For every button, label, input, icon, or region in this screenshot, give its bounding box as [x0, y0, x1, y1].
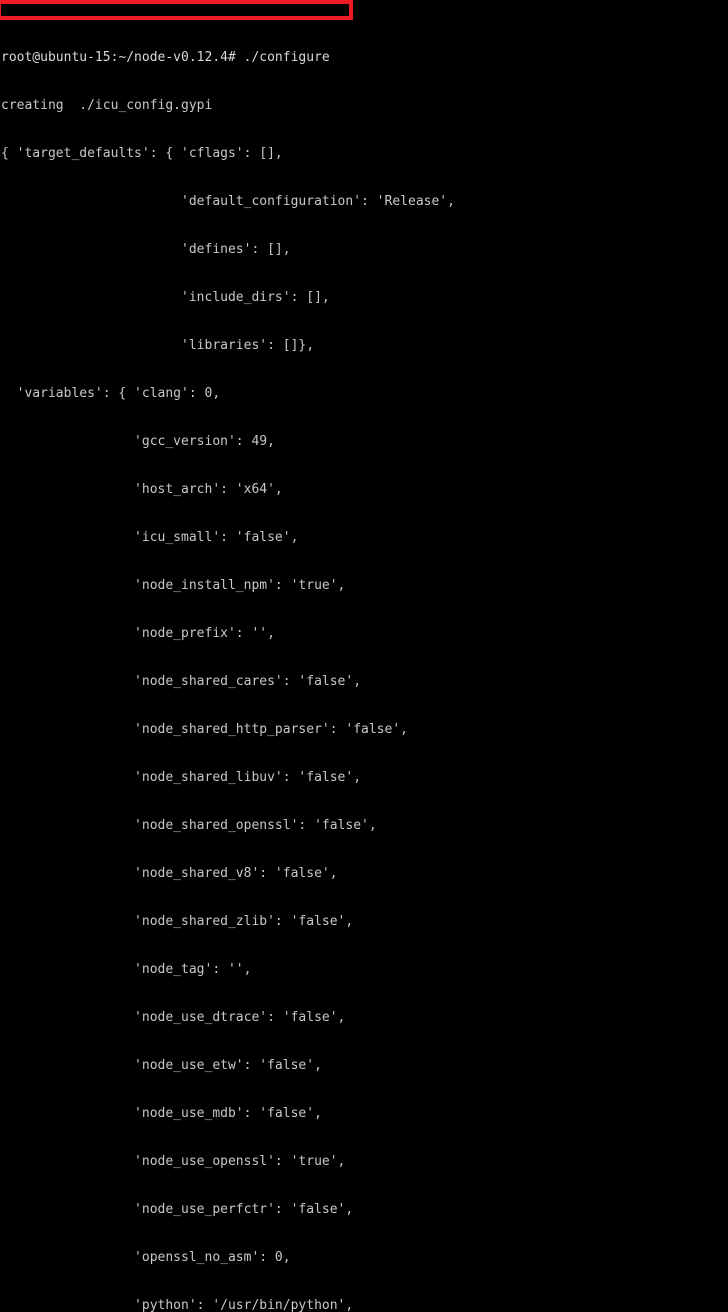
terminal-line: 'node_shared_zlib': 'false', — [1, 914, 354, 929]
terminal-line: 'node_shared_v8': 'false', — [1, 866, 338, 881]
terminal-line: 'include_dirs': [], — [1, 290, 330, 305]
terminal-line: 'gcc_version': 49, — [1, 434, 275, 449]
terminal-screen[interactable]: root@ubuntu-15:~/node-v0.12.4# ./configu… — [1, 2, 455, 1312]
terminal-line: root@ubuntu-15:~/node-v0.12.4# ./configu… — [1, 50, 330, 65]
terminal-line: 'node_use_perfctr': 'false', — [1, 1202, 354, 1217]
terminal-line: 'openssl_no_asm': 0, — [1, 1250, 291, 1265]
terminal-line: 'node_shared_cares': 'false', — [1, 674, 362, 689]
terminal-line: 'libraries': []}, — [1, 338, 315, 353]
terminal-line: 'node_tag': '', — [1, 962, 252, 977]
terminal-line: 'python': '/usr/bin/python', — [1, 1298, 354, 1312]
terminal-line: 'node_prefix': '', — [1, 626, 275, 641]
terminal-line: 'variables': { 'clang': 0, — [1, 386, 221, 401]
terminal-line: { 'target_defaults': { 'cflags': [], — [1, 146, 283, 161]
terminal-line: creating ./icu_config.gypi — [1, 98, 213, 113]
terminal-line: 'node_install_npm': 'true', — [1, 578, 346, 593]
terminal-line: 'default_configuration': 'Release', — [1, 194, 455, 209]
terminal-line: 'defines': [], — [1, 242, 291, 257]
terminal-line: 'node_use_openssl': 'true', — [1, 1154, 346, 1169]
terminal-window[interactable]: root@ubuntu-15:~/node-v0.12.4# ./configu… — [0, 0, 728, 1312]
terminal-line: 'node_use_etw': 'false', — [1, 1058, 322, 1073]
terminal-line: 'node_shared_http_parser': 'false', — [1, 722, 408, 737]
terminal-line: 'node_use_dtrace': 'false', — [1, 1010, 346, 1025]
terminal-line: 'host_arch': 'x64', — [1, 482, 283, 497]
terminal-line: 'icu_small': 'false', — [1, 530, 299, 545]
terminal-line: 'node_use_mdb': 'false', — [1, 1106, 322, 1121]
terminal-line: 'node_shared_openssl': 'false', — [1, 818, 377, 833]
terminal-line: 'node_shared_libuv': 'false', — [1, 770, 362, 785]
